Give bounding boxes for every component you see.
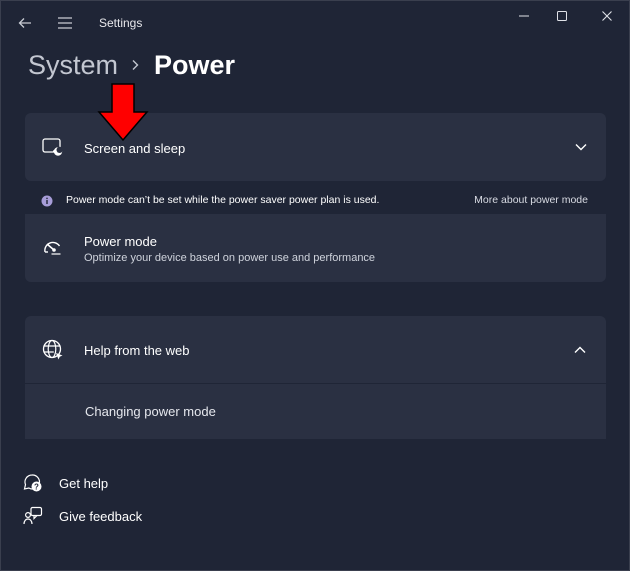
give-feedback-label: Give feedback (59, 508, 143, 524)
gauge-icon (42, 238, 64, 256)
info-icon (41, 195, 53, 207)
power-mode-description: Optimize your device based on power use … (84, 252, 376, 264)
screen-and-sleep-label: Screen and sleep (84, 141, 186, 156)
breadcrumb-system-link[interactable]: System (28, 50, 118, 81)
power-mode-notice: Power mode can’t be set while the power … (25, 188, 606, 214)
help-divider (25, 383, 606, 384)
svg-text:?: ? (34, 483, 39, 492)
changing-power-mode-link[interactable]: Changing power mode (85, 404, 216, 419)
settings-window: Settings System Power Screen and sleep P… (0, 0, 630, 571)
give-feedback-link[interactable]: Give feedback (23, 506, 142, 526)
close-button[interactable] (585, 1, 629, 31)
chevron-down-icon[interactable] (573, 139, 589, 155)
app-title: Settings (99, 16, 143, 30)
back-button[interactable] (11, 9, 39, 37)
back-arrow-icon (18, 18, 31, 28)
help-from-the-web-card: Help from the web Changing power mode (25, 316, 606, 439)
navigation-menu-button[interactable] (51, 9, 79, 37)
get-help-label: Get help (59, 475, 109, 491)
get-help-icon: ? (23, 474, 42, 492)
minimize-button[interactable] (501, 1, 547, 31)
globe-icon (42, 339, 64, 361)
hamburger-menu-icon (58, 17, 72, 29)
more-about-power-mode-link[interactable]: More about power mode (474, 194, 588, 206)
notice-text: Power mode can’t be set while the power … (66, 194, 380, 206)
maximize-icon (557, 11, 567, 21)
close-icon (602, 11, 612, 21)
title-bar: Settings (1, 1, 629, 45)
chevron-right-icon (130, 59, 140, 71)
feedback-icon (23, 506, 43, 525)
help-from-the-web-label: Help from the web (84, 343, 190, 358)
get-help-link[interactable]: ? Get help (23, 473, 108, 493)
minimize-icon (519, 15, 529, 17)
breadcrumb: System Power (28, 45, 235, 85)
red-arrow-annotation (97, 83, 149, 142)
chevron-up-icon[interactable] (572, 342, 588, 358)
power-mode-title: Power mode (84, 234, 157, 249)
display-sleep-icon (42, 137, 64, 157)
page-title: Power (154, 49, 236, 80)
power-mode-card: Power mode Optimize your device based on… (25, 214, 606, 282)
maximize-button[interactable] (547, 1, 577, 31)
